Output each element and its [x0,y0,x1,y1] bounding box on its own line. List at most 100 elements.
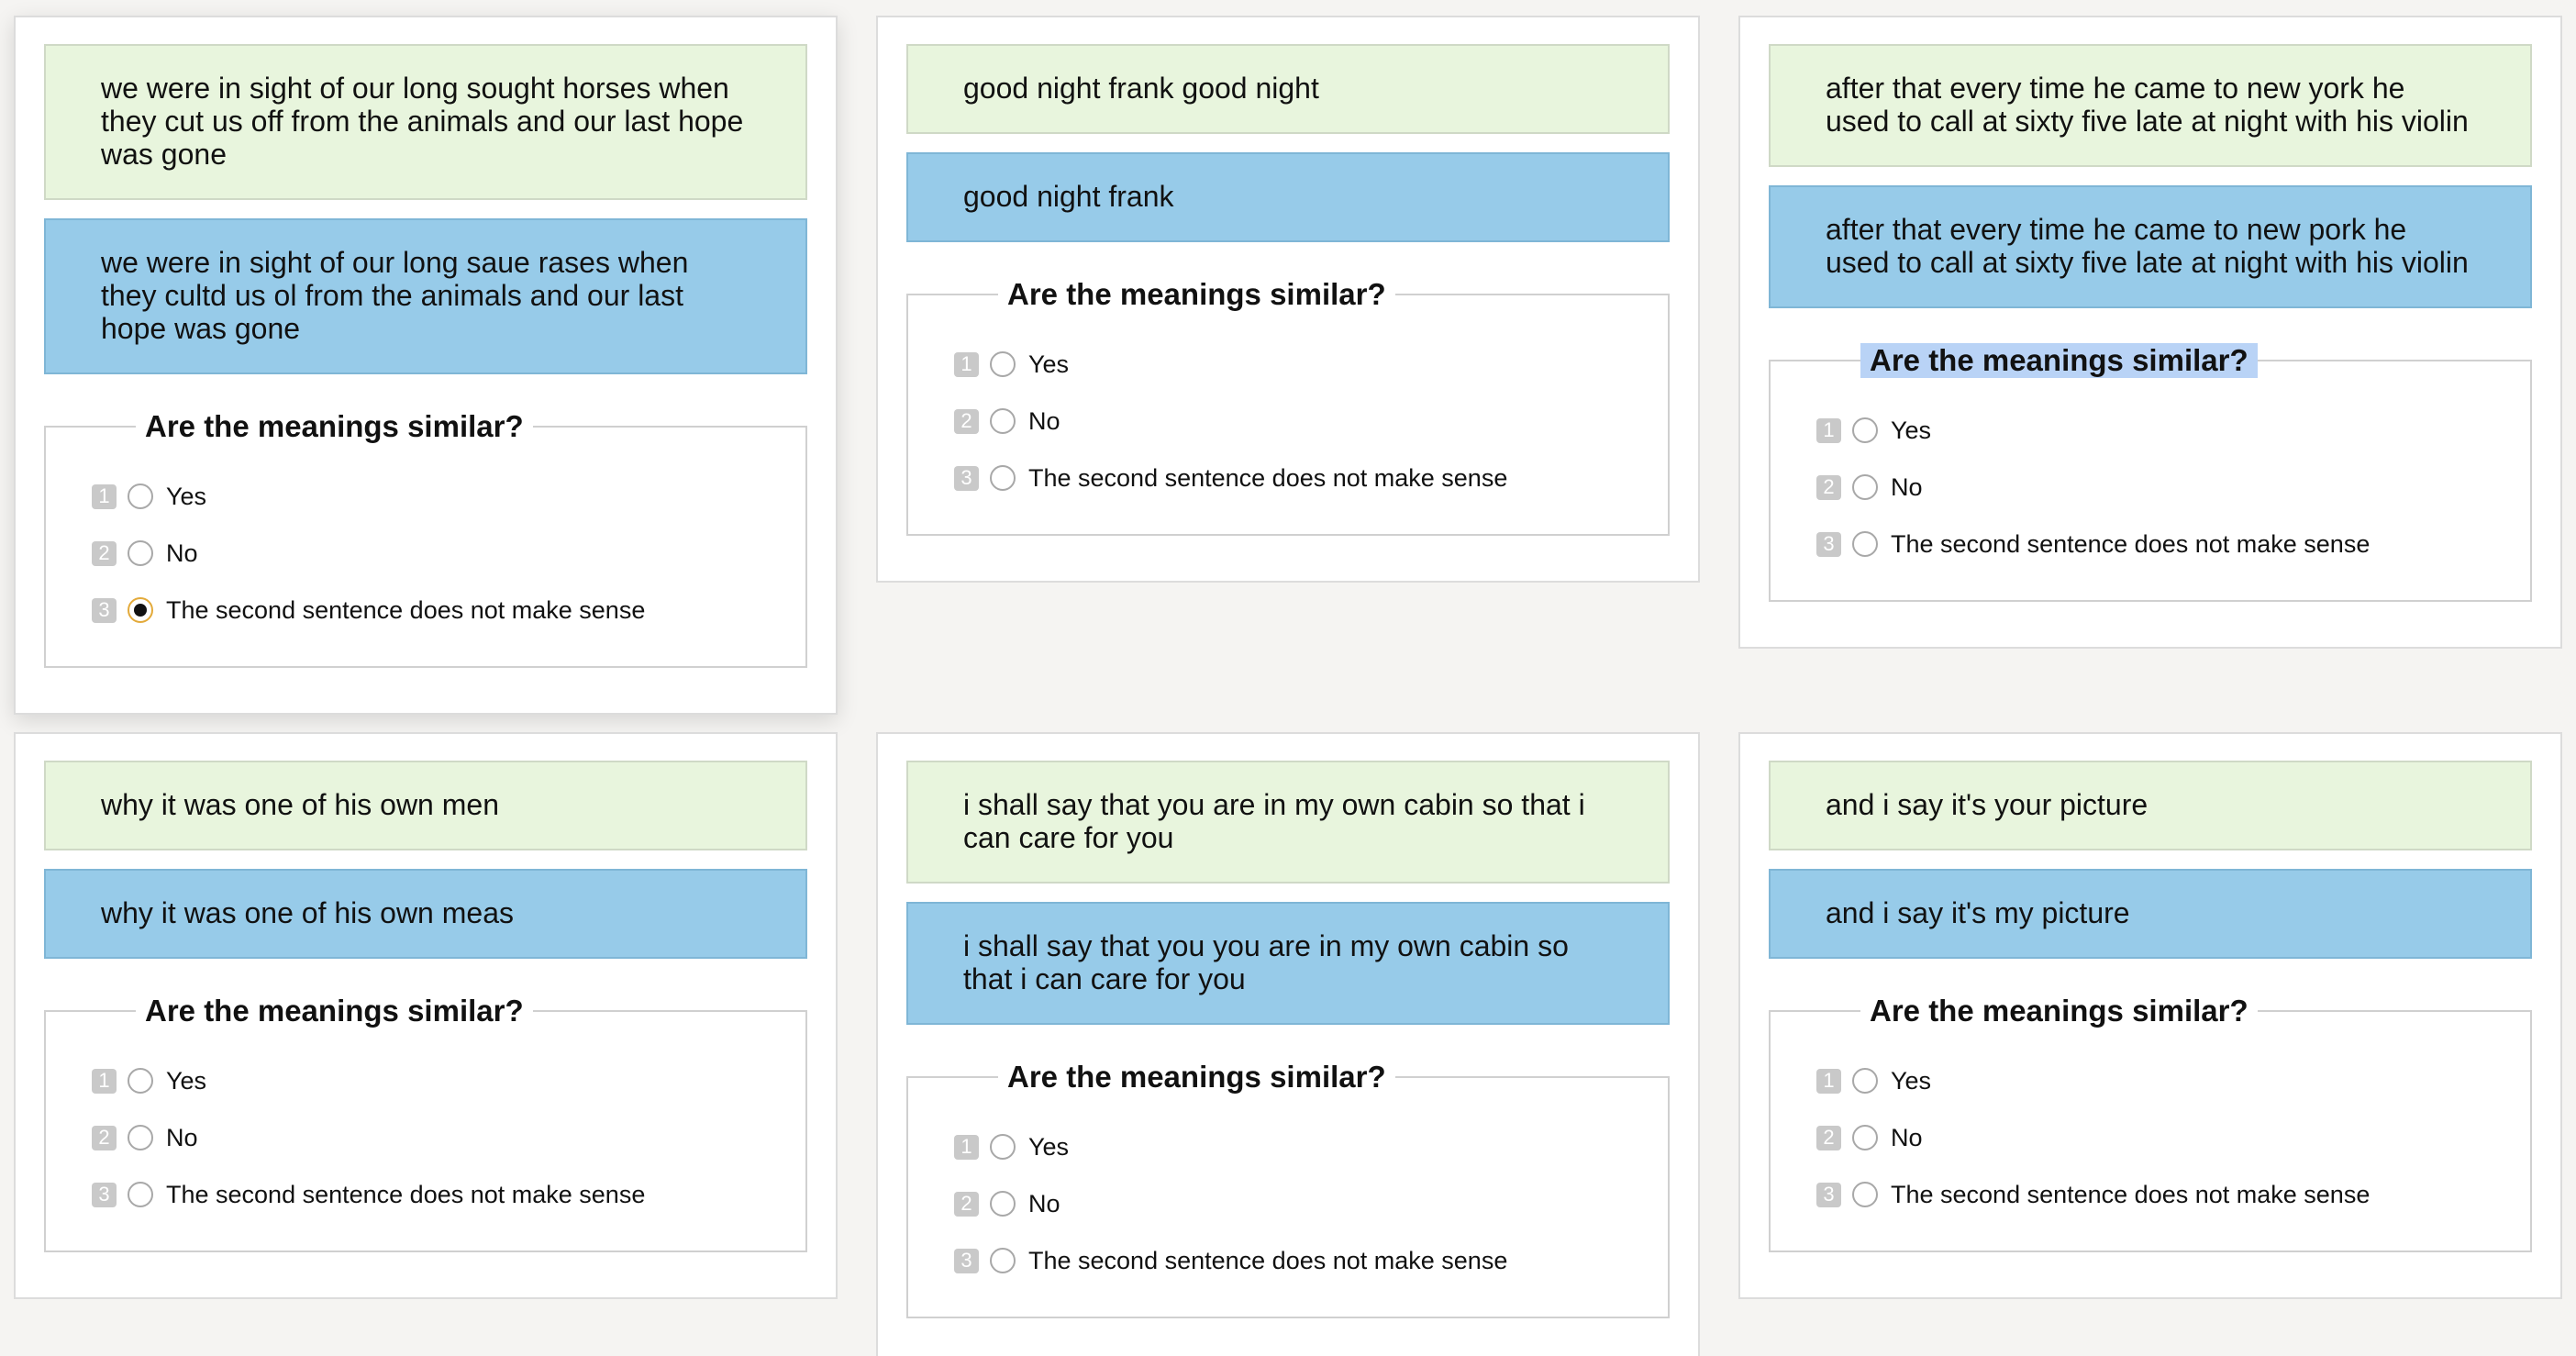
question-label: Are the meanings similar? [1860,343,2258,378]
option-label[interactable]: Yes [166,1067,206,1095]
similarity-question: Are the meanings similar? 1 Yes 2 No 3 T… [906,1060,1670,1318]
yes-radio[interactable] [128,483,153,509]
shortcut-key-badge: 3 [1816,1182,1841,1207]
option-label[interactable]: The second sentence does not make sense [1891,530,2370,559]
question-label: Are the meanings similar? [1007,1060,1386,1094]
option-label[interactable]: Yes [1891,1067,1931,1095]
shortcut-key-badge: 2 [92,1125,117,1150]
task-card: good night frank good night good night f… [876,16,1700,583]
yes-radio[interactable] [990,351,1016,377]
no-radio[interactable] [1852,474,1878,500]
no-radio[interactable] [1852,1125,1878,1150]
hypothesis-sentence: and i say it's my picture [1769,869,2532,959]
option-label[interactable]: Yes [1028,1133,1069,1161]
option-label[interactable]: Yes [1891,417,1931,445]
hypothesis-sentence: we were in sight of our long saue rases … [44,218,807,374]
reference-sentence: and i say it's your picture [1769,761,2532,850]
option-label[interactable]: Yes [1028,350,1069,379]
option-no[interactable]: 2 No [954,393,1668,450]
option-no[interactable]: 2 No [954,1175,1668,1232]
option-yes[interactable]: 1 Yes [92,1052,805,1109]
option-label[interactable]: The second sentence does not make sense [1028,1247,1507,1275]
similarity-question: Are the meanings similar? 1 Yes 2 No 3 T… [44,994,807,1252]
option-nonsense[interactable]: 3 The second sentence does not make sens… [1816,516,2530,572]
similarity-question: Are the meanings similar? 1 Yes 2 No 3 T… [906,277,1670,536]
question-label: Are the meanings similar? [1870,994,2248,1028]
shortcut-key-badge: 1 [954,1134,979,1160]
yes-radio[interactable] [1852,417,1878,443]
option-label[interactable]: The second sentence does not make sense [1891,1181,2370,1209]
option-label[interactable]: No [1891,1124,1923,1152]
option-no[interactable]: 2 No [1816,459,2530,516]
shortcut-key-badge: 2 [954,1191,979,1217]
reference-sentence: i shall say that you are in my own cabin… [906,761,1670,884]
nonsense-radio[interactable] [128,597,153,623]
option-nonsense[interactable]: 3 The second sentence does not make sens… [92,582,805,639]
shortcut-key-badge: 1 [92,483,117,509]
option-no[interactable]: 2 No [92,525,805,582]
nonsense-radio[interactable] [128,1182,153,1207]
option-yes[interactable]: 1 Yes [1816,402,2530,459]
option-label[interactable]: Yes [166,483,206,511]
reference-sentence: after that every time he came to new yor… [1769,44,2532,167]
option-no[interactable]: 2 No [1816,1109,2530,1166]
option-label[interactable]: The second sentence does not make sense [1028,464,1507,493]
reference-sentence: good night frank good night [906,44,1670,134]
option-label[interactable]: No [166,1124,198,1152]
shortcut-key-badge: 3 [1816,531,1841,557]
hypothesis-sentence: after that every time he came to new por… [1769,185,2532,308]
hypothesis-sentence: why it was one of his own meas [44,869,807,959]
shortcut-key-badge: 3 [92,1182,117,1207]
shortcut-key-badge: 2 [954,408,979,434]
hypothesis-sentence: i shall say that you you are in my own c… [906,902,1670,1025]
nonsense-radio[interactable] [1852,531,1878,557]
option-label[interactable]: No [1028,407,1060,436]
shortcut-key-badge: 2 [1816,474,1841,500]
task-card: we were in sight of our long sought hors… [14,16,838,715]
no-radio[interactable] [990,1191,1016,1217]
reference-sentence: we were in sight of our long sought hors… [44,44,807,200]
similarity-question: Are the meanings similar? 1 Yes 2 No 3 T… [1769,343,2532,602]
no-radio[interactable] [128,1125,153,1150]
shortcut-key-badge: 1 [92,1068,117,1094]
option-yes[interactable]: 1 Yes [954,336,1668,393]
shortcut-key-badge: 1 [954,351,979,377]
option-nonsense[interactable]: 3 The second sentence does not make sens… [954,1232,1668,1289]
option-label[interactable]: No [166,539,198,568]
shortcut-key-badge: 2 [1816,1125,1841,1150]
option-yes[interactable]: 1 Yes [1816,1052,2530,1109]
question-label: Are the meanings similar? [1007,277,1386,311]
nonsense-radio[interactable] [1852,1182,1878,1207]
nonsense-radio[interactable] [990,1248,1016,1273]
option-yes[interactable]: 1 Yes [92,468,805,525]
option-label[interactable]: The second sentence does not make sense [166,1181,645,1209]
similarity-question: Are the meanings similar? 1 Yes 2 No 3 T… [1769,994,2532,1252]
shortcut-key-badge: 3 [92,597,117,623]
no-radio[interactable] [128,540,153,566]
nonsense-radio[interactable] [990,465,1016,491]
yes-radio[interactable] [1852,1068,1878,1094]
similarity-question: Are the meanings similar? 1 Yes 2 No 3 T… [44,409,807,668]
option-yes[interactable]: 1 Yes [954,1118,1668,1175]
question-label: Are the meanings similar? [145,409,524,443]
option-nonsense[interactable]: 3 The second sentence does not make sens… [1816,1166,2530,1223]
task-card: after that every time he came to new yor… [1738,16,2562,649]
yes-radio[interactable] [128,1068,153,1094]
option-label[interactable]: No [1028,1190,1060,1218]
no-radio[interactable] [990,408,1016,434]
option-label[interactable]: No [1891,473,1923,502]
shortcut-key-badge: 1 [1816,417,1841,443]
yes-radio[interactable] [990,1134,1016,1160]
hypothesis-sentence: good night frank [906,152,1670,242]
shortcut-key-badge: 2 [92,540,117,566]
task-card: why it was one of his own men why it was… [14,732,838,1299]
shortcut-key-badge: 3 [954,1248,979,1273]
option-no[interactable]: 2 No [92,1109,805,1166]
question-label: Are the meanings similar? [145,994,524,1028]
option-nonsense[interactable]: 3 The second sentence does not make sens… [954,450,1668,506]
task-card: and i say it's your picture and i say it… [1738,732,2562,1299]
shortcut-key-badge: 1 [1816,1068,1841,1094]
option-label[interactable]: The second sentence does not make sense [166,596,645,625]
task-card: i shall say that you are in my own cabin… [876,732,1700,1356]
option-nonsense[interactable]: 3 The second sentence does not make sens… [92,1166,805,1223]
